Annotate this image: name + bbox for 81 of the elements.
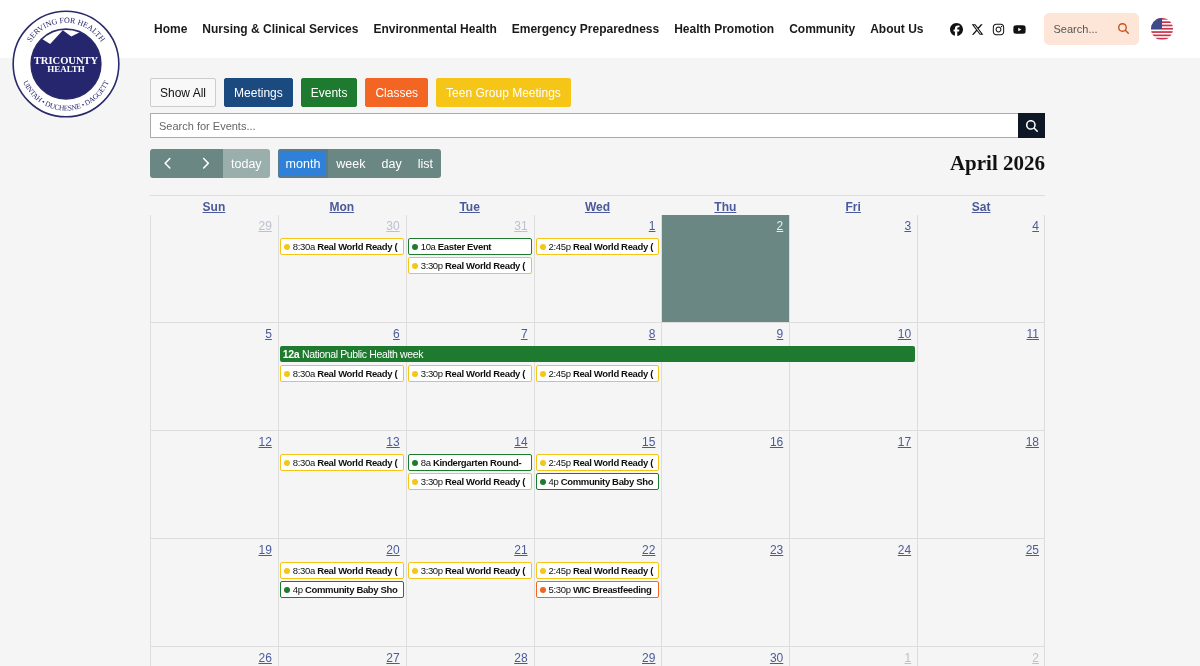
day-number[interactable]: 14: [514, 435, 528, 449]
day-number[interactable]: 8: [648, 327, 656, 341]
weekday-header[interactable]: Thu: [661, 196, 790, 215]
calendar-event[interactable]: 3:30p Real World Ready (: [407, 257, 532, 274]
filter-button[interactable]: Classes: [365, 78, 429, 107]
day-number[interactable]: 5: [265, 327, 272, 341]
calendar-event[interactable]: 8:30a Real World Ready (: [279, 454, 404, 471]
day-number[interactable]: 13: [386, 435, 400, 449]
instagram-icon[interactable]: [991, 22, 1005, 36]
day-number[interactable]: 4: [1032, 219, 1039, 233]
day-number[interactable]: 20: [386, 543, 400, 557]
weekday-header[interactable]: Sun: [150, 196, 278, 215]
day-number[interactable]: 6: [393, 327, 400, 341]
filter-button[interactable]: Meetings: [224, 78, 293, 107]
month-title: April 2026: [949, 151, 1045, 176]
calendar-event[interactable]: 3:30p Real World Ready (: [407, 365, 532, 382]
day-number[interactable]: 10: [897, 327, 912, 341]
youtube-icon[interactable]: [1012, 22, 1026, 36]
view-tab[interactable]: day: [373, 149, 410, 178]
view-tab[interactable]: list: [409, 149, 441, 178]
day-number[interactable]: 21: [514, 543, 528, 557]
weekday-header[interactable]: Tue: [405, 196, 534, 215]
nav-link[interactable]: Nursing & Clinical Services: [202, 22, 359, 36]
view-tab[interactable]: month: [277, 149, 329, 178]
day-number[interactable]: 15: [642, 435, 656, 449]
calendar-event[interactable]: 8:30a Real World Ready (: [279, 365, 404, 382]
nav-link[interactable]: Health Promotion: [674, 22, 775, 36]
day-number[interactable]: 29: [642, 651, 656, 665]
nav-link[interactable]: Environmental Health: [373, 22, 497, 36]
event-search-field[interactable]: Search for Events...: [150, 113, 1018, 138]
view-tab[interactable]: week: [328, 149, 374, 178]
filter-button[interactable]: Events: [300, 78, 358, 107]
search-icon[interactable]: [1117, 23, 1129, 34]
day-number[interactable]: 25: [1025, 543, 1039, 557]
day-number[interactable]: 27: [386, 651, 400, 665]
nav-link[interactable]: About Us: [870, 22, 924, 36]
day-number[interactable]: 3: [904, 219, 912, 233]
day-number[interactable]: 19: [258, 543, 272, 557]
calendar-event[interactable]: 2:45p Real World Ready (: [535, 238, 660, 255]
day-number[interactable]: 7: [520, 327, 528, 341]
search-button[interactable]: [1018, 113, 1045, 138]
day-number[interactable]: 28: [514, 651, 528, 665]
day-number[interactable]: 26: [258, 651, 272, 665]
calendar-event[interactable]: 2:45p Real World Ready (: [535, 454, 660, 471]
nav-link[interactable]: Community: [789, 22, 856, 36]
facebook-icon[interactable]: [949, 22, 963, 36]
weekday-header[interactable]: Fri: [789, 196, 918, 215]
flag-icon[interactable]: [1150, 18, 1173, 40]
calendar-event[interactable]: 8a Kindergarten Round-: [407, 454, 532, 471]
calendar-event[interactable]: 10a Easter Event: [407, 238, 532, 255]
day-number[interactable]: 16: [769, 435, 784, 449]
filter-button[interactable]: Show All: [150, 78, 217, 107]
weekday-header[interactable]: Mon: [277, 196, 406, 215]
day-number[interactable]: 1: [648, 219, 656, 233]
day-number[interactable]: 22: [642, 543, 656, 557]
weekday-header[interactable]: Sat: [917, 196, 1045, 215]
day-number[interactable]: 23: [769, 543, 784, 557]
calendar-event[interactable]: 2:45p Real World Ready (: [535, 562, 660, 579]
x-icon[interactable]: [970, 22, 984, 36]
multi-day-event[interactable]: 12a National Public Health week: [279, 346, 916, 362]
nav-link[interactable]: Emergency Preparedness: [511, 22, 660, 36]
day-number[interactable]: 2: [776, 219, 784, 233]
nav-link[interactable]: Home: [154, 22, 188, 36]
day-number[interactable]: 11: [1026, 327, 1039, 341]
calendar-event[interactable]: 3:30p Real World Ready (: [407, 473, 532, 490]
day-number[interactable]: 24: [897, 543, 912, 557]
search-field[interactable]: Search...: [1043, 13, 1139, 45]
day-number[interactable]: 12: [258, 435, 272, 449]
calendar-event[interactable]: 8:30a Real World Ready (: [279, 238, 404, 255]
day-number[interactable]: 18: [1025, 435, 1039, 449]
day-number[interactable]: 9: [776, 327, 784, 341]
calendar-event[interactable]: 4p Community Baby Sho: [279, 581, 404, 598]
calendar-event[interactable]: 5:30p WIC Breastfeeding: [535, 581, 660, 598]
calendar-event[interactable]: 4p Community Baby Sho: [535, 473, 660, 490]
calendar-event[interactable]: 2:45p Real World Ready (: [535, 365, 660, 382]
calendar-event[interactable]: 8:30a Real World Ready (: [279, 562, 404, 579]
calendar-event[interactable]: 3:30p Real World Ready (: [407, 562, 532, 579]
weekday-header[interactable]: Wed: [533, 196, 662, 215]
search-icon: [1025, 119, 1038, 132]
day-number[interactable]: 17: [897, 435, 912, 449]
day-number[interactable]: 30: [769, 651, 784, 665]
